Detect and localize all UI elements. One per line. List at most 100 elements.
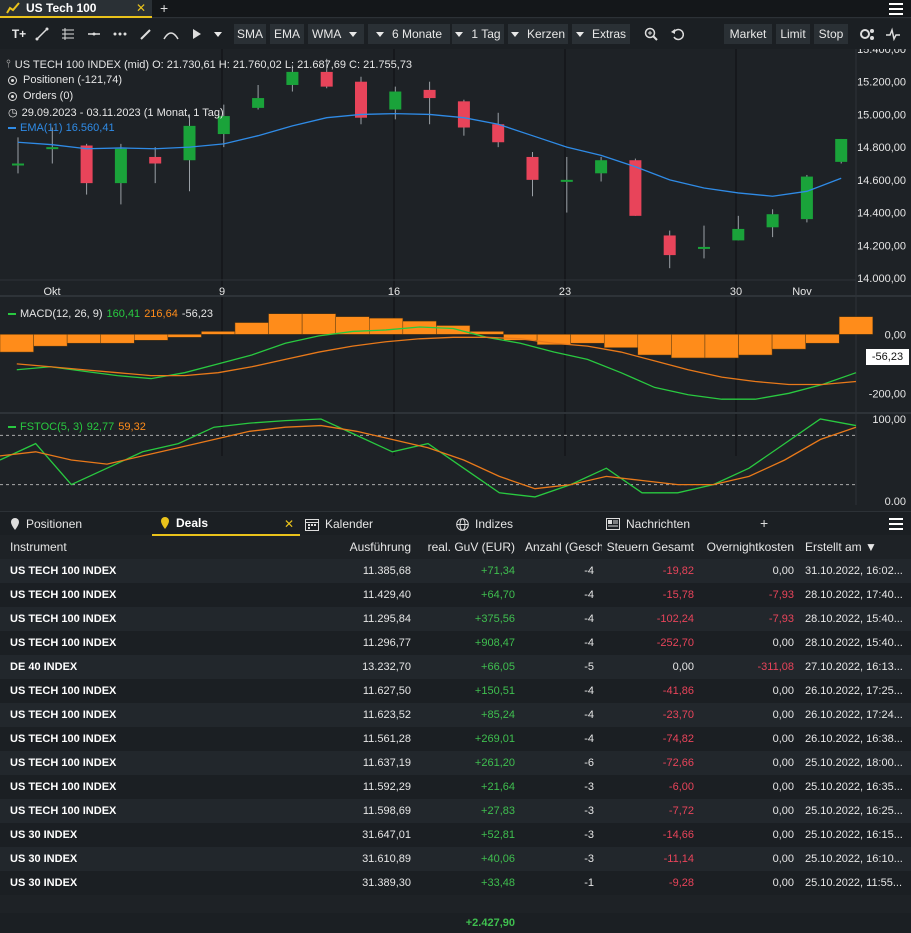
- ema-legend[interactable]: EMA(11) 16.560,41: [8, 122, 115, 134]
- tab-nachrichten[interactable]: Nachrichten: [606, 512, 690, 536]
- orders-text: Orders (0): [23, 90, 74, 102]
- tab-label: Nachrichten: [626, 517, 691, 531]
- candle-body: [423, 89, 436, 99]
- col-erstellt[interactable]: Erstellt am ▼: [805, 540, 877, 554]
- table-row[interactable]: US TECH 100 INDEX 11.592,29 +21,64 -3 -6,00 0…: [0, 775, 911, 799]
- cell-guv: +908,47: [474, 637, 515, 649]
- cell-ausfuehrung: 13.232,70: [362, 661, 411, 673]
- chart-type-dropdown[interactable]: Kerzen: [508, 24, 568, 44]
- table-row[interactable]: US TECH 100 INDEX 11.623,52 +85,24 -4 -23,70…: [0, 703, 911, 727]
- macd-hist-bar: [0, 334, 34, 353]
- fstoc-legend[interactable]: FSTOC(5, 3) 92,77 59,32: [8, 421, 146, 433]
- candle-body: [389, 91, 402, 110]
- macd-legend[interactable]: MACD(12, 26, 9) 160,41 216,64 -56,23: [8, 308, 213, 320]
- add-tab-button[interactable]: +: [760, 515, 768, 531]
- interval-dropdown[interactable]: 1 Tag: [452, 24, 504, 44]
- settings-icon[interactable]: [858, 24, 878, 44]
- cell-guv: +52,81: [481, 829, 515, 841]
- menu-icon[interactable]: [889, 3, 903, 15]
- curve-tool-icon[interactable]: [160, 24, 182, 44]
- table-row[interactable]: US TECH 100 INDEX 11.637,19 +261,20 -6 -72,6…: [0, 751, 911, 775]
- candle-body: [698, 246, 710, 249]
- candle-body: [149, 156, 162, 164]
- dotted-line-icon[interactable]: [110, 24, 130, 44]
- tab-deals[interactable]: Deals ✕: [152, 512, 300, 536]
- close-icon[interactable]: ✕: [284, 517, 294, 531]
- candle-body: [835, 138, 848, 162]
- tab-positionen[interactable]: Positionen: [0, 512, 150, 536]
- col-anzahl[interactable]: Anzahl (Geschl: [525, 540, 602, 554]
- tab-indizes[interactable]: Indizes: [456, 512, 513, 536]
- period-dropdown[interactable]: 6 Monate: [368, 24, 450, 44]
- extras-dropdown[interactable]: Extras: [572, 24, 630, 44]
- cell-erstellt: 27.10.2022, 16:13...: [805, 661, 903, 673]
- candle-body: [183, 125, 196, 161]
- macd-hist-bar: [33, 334, 68, 347]
- table-row[interactable]: US TECH 100 INDEX 11.429,40 +64,70 -4 -15,78…: [0, 583, 911, 607]
- cell-steuern: -6,00: [668, 781, 694, 793]
- fstoc-y-tick: 0,00: [885, 496, 906, 505]
- table-row[interactable]: DE 40 INDEX 13.232,70 +66,05 -5 0,00 -311,08 2…: [0, 655, 911, 679]
- cell-overnight: 0,00: [772, 853, 794, 865]
- cell-instrument: US TECH 100 INDEX: [10, 565, 117, 577]
- macd-hist-bar: [234, 322, 269, 335]
- chart-tab[interactable]: US Tech 100 ✕: [0, 0, 152, 18]
- tab-kalender[interactable]: Kalender: [305, 512, 373, 536]
- table-row[interactable]: US 30 INDEX 31.610,89 +40,06 -3 -11,14 0,00 25…: [0, 847, 911, 871]
- col-guv[interactable]: real. GuV (EUR): [428, 540, 515, 554]
- cursor-icon[interactable]: [186, 24, 208, 44]
- ema-text: EMA(11) 16.560,41: [20, 122, 115, 134]
- cell-overnight: 0,00: [772, 829, 794, 841]
- indicator-icon[interactable]: [882, 24, 904, 44]
- table-row[interactable]: US TECH 100 INDEX 11.627,50 +150,51 -4 -41,8…: [0, 679, 911, 703]
- macd-hist-bar: [201, 331, 236, 335]
- col-instrument[interactable]: Instrument: [10, 540, 67, 554]
- cell-instrument: US TECH 100 INDEX: [10, 805, 117, 817]
- pencil-icon[interactable]: [136, 24, 156, 44]
- wma-dropdown[interactable]: WMA: [308, 24, 364, 44]
- table-row[interactable]: US TECH 100 INDEX 11.598,69 +27,83 -3 -7,72 0…: [0, 799, 911, 823]
- cell-anzahl: -4: [584, 589, 594, 601]
- undo-icon[interactable]: [666, 24, 688, 44]
- macd-hist-bar: [704, 334, 739, 359]
- col-steuern[interactable]: Steuern Gesamt: [607, 540, 694, 554]
- macd-price-badge: -56,23: [866, 349, 909, 365]
- tab-label: Indizes: [475, 517, 514, 531]
- horizontal-line-icon[interactable]: [84, 24, 104, 44]
- table-row[interactable]: US TECH 100 INDEX 11.561,28 +269,01 -4 -74,8…: [0, 727, 911, 751]
- col-ausfuehrung[interactable]: Ausführung: [350, 540, 411, 554]
- cell-instrument: US 30 INDEX: [10, 829, 78, 841]
- col-overnight[interactable]: Overnightkosten: [707, 540, 794, 554]
- zoom-icon[interactable]: [640, 24, 662, 44]
- fibonacci-tool-icon[interactable]: [58, 24, 78, 44]
- close-icon[interactable]: ✕: [136, 1, 146, 15]
- limit-button[interactable]: Limit: [776, 24, 810, 44]
- macd-hist-bar: [570, 334, 605, 344]
- market-button[interactable]: Market: [724, 24, 772, 44]
- x-tick-label: 16: [388, 286, 400, 298]
- stop-button[interactable]: Stop: [814, 24, 848, 44]
- orders-legend[interactable]: Orders (0): [8, 90, 73, 102]
- table-row[interactable]: US 30 INDEX 31.647,01 +52,81 -3 -14,66 0,00 25…: [0, 823, 911, 847]
- pin-icon: [161, 517, 169, 529]
- sma-button[interactable]: SMA: [234, 24, 266, 44]
- line-tool-icon[interactable]: [32, 24, 52, 44]
- text-tool-icon[interactable]: T+: [8, 24, 30, 44]
- cell-steuern: -7,72: [668, 805, 694, 817]
- table-row[interactable]: US 30 INDEX 31.389,30 +33,48 -1 -9,28 0,00 25.…: [0, 871, 911, 895]
- table-row[interactable]: US TECH 100 INDEX 11.296,77 +908,47 -4 -252,…: [0, 631, 911, 655]
- cell-overnight: 0,00: [772, 685, 794, 697]
- macd-hist-bar: [268, 313, 303, 335]
- ema-button[interactable]: EMA: [270, 24, 304, 44]
- table-row[interactable]: US TECH 100 INDEX 11.385,68 +71,34 -4 -19,82…: [0, 559, 911, 583]
- positions-legend[interactable]: Positionen (-121,74): [8, 74, 122, 86]
- macd-hist-bar: [436, 325, 471, 335]
- positions-text: Positionen (-121,74): [23, 74, 123, 86]
- menu-icon[interactable]: [889, 518, 903, 530]
- add-tab-button[interactable]: +: [160, 0, 168, 16]
- table-row[interactable]: US TECH 100 INDEX 11.295,84 +375,56 -4 -102,…: [0, 607, 911, 631]
- cell-overnight: 0,00: [772, 877, 794, 889]
- chart-area[interactable]: 15.400,00 15.200,00 15.000,00 14.800,00 14.6…: [0, 49, 911, 505]
- tools-dropdown[interactable]: [210, 24, 226, 44]
- candle-body: [320, 71, 333, 87]
